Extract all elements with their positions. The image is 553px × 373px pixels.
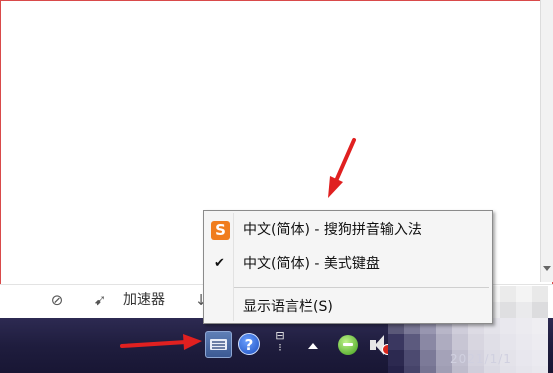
annotation-arrows bbox=[120, 138, 356, 350]
arrow-to-menu bbox=[328, 138, 356, 198]
screenshot: ⊘ ➹ 加速器 ↓ ? ⊟ ⁝ 2021/1/1 S 中文(简体) - 搜狗拼音输… bbox=[0, 0, 553, 373]
arrow-to-keyboard-icon bbox=[120, 334, 202, 350]
